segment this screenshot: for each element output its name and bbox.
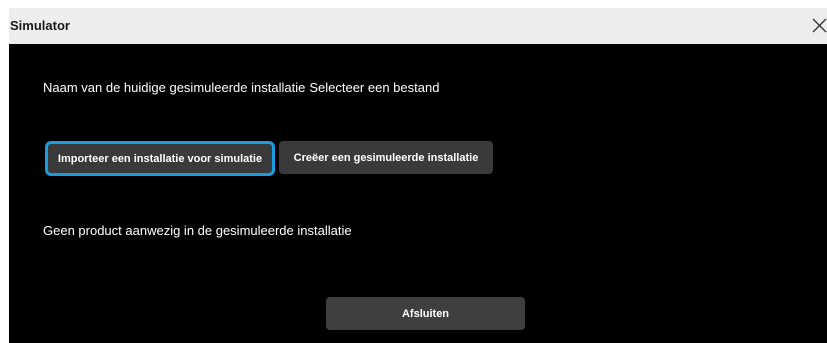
create-installation-button[interactable]: Creëer een gesimuleerde installatie [279, 141, 493, 174]
close-icon[interactable] [809, 13, 827, 39]
current-installation-row: Naam van de huidige gesimuleerde install… [43, 80, 439, 95]
simulator-dialog: Simulator Naam van de huidige gesimuleer… [9, 8, 827, 343]
current-installation-label: Naam van de huidige gesimuleerde install… [43, 80, 306, 95]
close-dialog-button[interactable]: Afsluiten [326, 297, 525, 330]
empty-products-message: Geen product aanwezig in de gesimuleerde… [43, 223, 352, 238]
dialog-titlebar: Simulator [9, 8, 827, 44]
dialog-title: Simulator [10, 18, 70, 33]
current-installation-value[interactable]: Selecteer een bestand [309, 80, 439, 95]
import-installation-button[interactable]: Importeer een installatie voor simulatie [45, 141, 275, 176]
